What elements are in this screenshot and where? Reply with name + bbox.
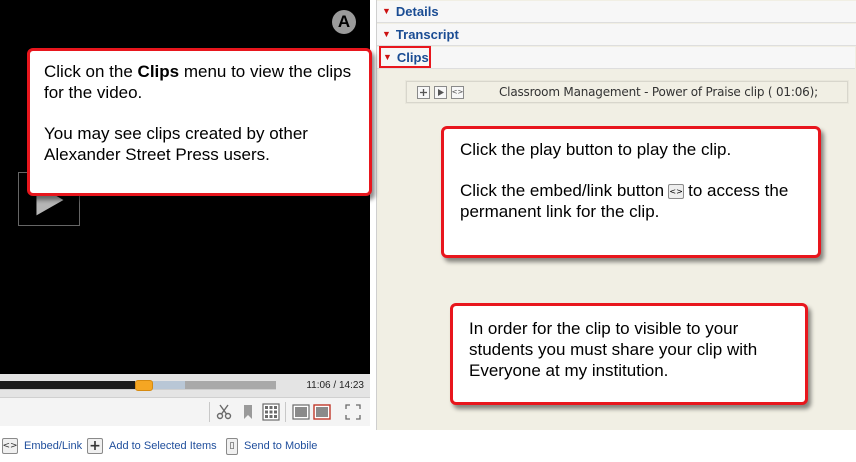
add-to-selected-items-action[interactable]: + Add to Selected Items — [87, 436, 217, 456]
transcript-label: Transcript — [395, 27, 459, 42]
clip-list-item: <> Classroom Management - Power of Prais… — [406, 81, 848, 103]
progress-thumb[interactable] — [134, 380, 153, 391]
transcript-section-header[interactable]: ▼ Transcript — [377, 24, 856, 46]
player-control-bar — [0, 397, 370, 426]
clips-menu-callout: Click on the Clips menu to view the clip… — [27, 48, 372, 196]
callout-text: Click the play button to play the clip. — [460, 140, 732, 159]
callout-text: Click the embed/link button <> to access t… — [460, 181, 789, 221]
scissors-icon — [216, 404, 232, 420]
progress-played — [0, 381, 136, 389]
embed-icon: <> — [668, 184, 685, 199]
layout-wide-button[interactable] — [311, 402, 333, 422]
embed-link-action[interactable]: <> Embed/Link — [2, 436, 82, 456]
callout-text: You may see clips created by other Alexa… — [44, 124, 308, 164]
clips-label: Clips — [396, 49, 429, 65]
send-to-mobile-action[interactable]: ▯ Send to Mobile — [226, 436, 317, 456]
embed-icon: <> — [2, 438, 18, 454]
clips-section-bar — [377, 47, 855, 69]
clip-embed-link-button[interactable]: <> — [451, 85, 464, 99]
control-separator — [285, 402, 286, 422]
plus-icon — [420, 88, 427, 96]
callout-text: Click on the Clips menu to view the clip… — [44, 62, 352, 102]
fullscreen-button[interactable] — [342, 402, 364, 422]
progress-area: 11:06 / 14:23 — [0, 374, 370, 397]
clip-title[interactable]: Classroom Management - Power of Praise c… — [499, 85, 818, 99]
clip-expand-button[interactable] — [417, 85, 430, 99]
embed-icon: <> — [451, 88, 464, 96]
mobile-icon: ▯ — [226, 437, 238, 455]
embed-link-label: Embed/Link — [24, 440, 83, 452]
callout-text: In order for the clip to visible to your… — [469, 319, 758, 380]
layout-standard-icon — [292, 404, 310, 420]
expand-triangle-icon: ▼ — [383, 51, 392, 62]
progress-bar[interactable] — [0, 380, 276, 391]
total-time: 14:23 — [338, 380, 364, 391]
details-section-header[interactable]: ▼ Details — [377, 1, 856, 23]
bookmark-button[interactable] — [237, 402, 259, 422]
clips-section-header[interactable]: ▼ Clips — [379, 46, 431, 68]
send-to-mobile-label: Send to Mobile — [244, 440, 318, 452]
control-separator — [209, 402, 210, 422]
expand-triangle-icon: ▼ — [382, 6, 391, 16]
layout-wide-icon — [313, 404, 331, 420]
plus-icon: + — [87, 438, 103, 454]
time-readout: 11:06 / 14:23 — [306, 380, 364, 391]
play-icon — [438, 88, 444, 96]
clip-scissors-button[interactable] — [213, 402, 235, 422]
layout-standard-button[interactable] — [290, 402, 312, 422]
add-to-selected-items-label: Add to Selected Items — [109, 440, 217, 452]
bookmark-icon — [244, 405, 252, 419]
time-separator: / — [333, 380, 337, 391]
action-bar: <> Embed/Link + Add to Selected Items ▯ … — [0, 430, 856, 462]
expand-triangle-icon: ▼ — [382, 29, 391, 39]
play-clip-callout: Click the play button to play the clip. … — [441, 126, 821, 258]
grid-view-button[interactable] — [260, 402, 282, 422]
clip-play-button[interactable] — [434, 85, 447, 99]
grid-icon — [262, 403, 280, 421]
fullscreen-icon — [345, 404, 361, 420]
current-time: 11:06 — [306, 380, 331, 391]
details-label: Details — [395, 4, 439, 19]
alexander-street-logo-icon: A — [332, 10, 356, 34]
share-clip-callout: In order for the clip to visible to your… — [450, 303, 808, 405]
